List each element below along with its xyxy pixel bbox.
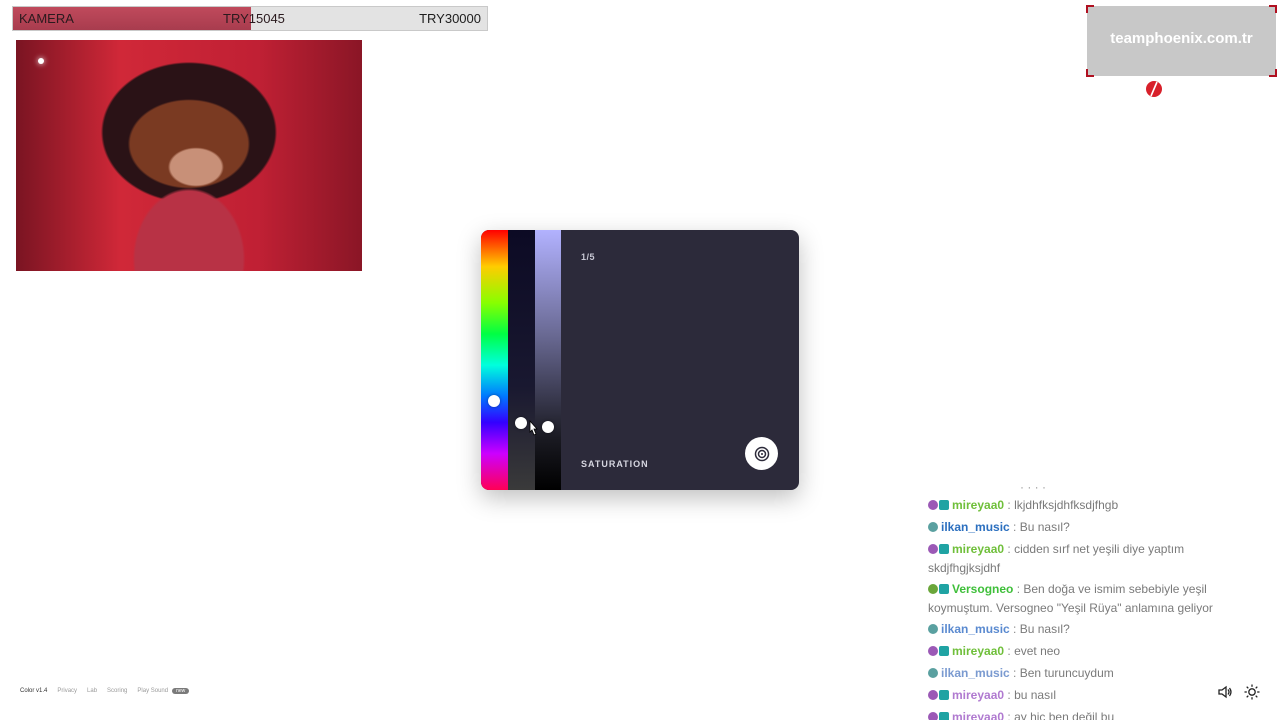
mouse-pointer-icon <box>529 420 538 436</box>
submit-color-button[interactable] <box>745 437 778 470</box>
purple-badge-icon <box>928 500 938 510</box>
chat-message: mireyaa0 : cidden sırf net yeşili diye y… <box>928 540 1228 577</box>
sponsor-logo-text: teamphoenix.com.tr <box>1110 30 1253 47</box>
chat-badges <box>928 687 950 705</box>
chat-separator: : <box>1009 520 1020 534</box>
privacy-link[interactable]: Privacy <box>57 688 77 694</box>
scoring-link[interactable]: Scoring <box>107 688 127 694</box>
chat-message: mireyaa0 : bu nasıl <box>928 686 1228 705</box>
chat-username[interactable]: ilkan_music <box>941 666 1010 680</box>
chat-text: bu nasıl <box>1014 688 1057 702</box>
goal-target-amount: TRY30000 <box>419 11 481 26</box>
chat-username[interactable]: mireyaa0 <box>952 644 1004 658</box>
chat-separator: : <box>1004 542 1015 556</box>
phoenix-logo-icon <box>1146 81 1162 97</box>
grey-badge-icon <box>928 668 938 678</box>
chat-separator: : <box>1013 582 1024 596</box>
chat-username[interactable]: mireyaa0 <box>952 542 1004 556</box>
frame-corner <box>1086 5 1094 13</box>
goal-progress-bar: KAMERA TRY15045 TRY30000 <box>12 6 488 31</box>
chat-text: ay hiç ben değil bu <box>1014 710 1115 720</box>
chat-message: mireyaa0 : lkjdhfksjdhfksdjfhgb <box>928 496 1228 515</box>
new-badge: new <box>172 688 190 694</box>
chat-separator: : <box>1009 666 1020 680</box>
color-picker-card: 1/5 SATURATION <box>481 230 799 490</box>
chat-message: ilkan_music : Bu nasıl? <box>928 518 1228 537</box>
goal-current-amount: TRY15045 <box>223 11 285 26</box>
hue-slider-handle[interactable] <box>488 395 500 407</box>
chat-badges <box>928 581 950 599</box>
chat-text: lkjdhfksjdhfksdjfhgb <box>1014 498 1119 512</box>
grey-badge-icon <box>928 522 938 532</box>
chat-message: mireyaa0 : ay hiç ben değil bu <box>928 708 1228 720</box>
chat-text: Ben turuncuydum <box>1019 666 1114 680</box>
chat-badges <box>928 497 950 515</box>
chat-truncated-dots: · · · · <box>1020 480 1046 494</box>
purple-badge-icon <box>928 690 938 700</box>
chat-badges <box>928 621 939 639</box>
chat-separator: : <box>1009 622 1020 636</box>
lab-link[interactable]: Lab <box>87 688 97 694</box>
purple-badge-icon <box>928 712 938 720</box>
purple-badge-icon <box>928 646 938 656</box>
chat-username[interactable]: ilkan_music <box>941 520 1010 534</box>
goal-label: KAMERA <box>19 11 74 26</box>
speaker-icon[interactable] <box>1217 684 1233 700</box>
teal-badge-icon <box>939 712 949 720</box>
target-icon <box>754 446 769 461</box>
app-version: Color v1.4 <box>20 688 48 694</box>
teal-badge-icon <box>939 584 949 594</box>
hue-slider[interactable] <box>481 230 508 490</box>
chat-text: evet neo <box>1014 644 1061 658</box>
slider-mode-label: SATURATION <box>581 459 649 469</box>
chat-username[interactable]: Versogneo <box>952 582 1013 596</box>
chat-badges <box>928 643 950 661</box>
chat-text: Bu nasıl? <box>1019 520 1070 534</box>
frame-corner <box>1269 69 1277 77</box>
chat-message: ilkan_music : Ben turuncuydum <box>928 664 1228 683</box>
chat-overlay: · · · · mireyaa0 : lkjdhfksjdhfksdjfhgb i… <box>928 480 1228 720</box>
chat-separator: : <box>1004 710 1015 720</box>
green-badge-icon <box>928 584 938 594</box>
saturation-slider[interactable] <box>508 230 535 490</box>
sun-icon[interactable] <box>1244 684 1260 700</box>
frame-corner <box>1086 69 1094 77</box>
saturation-slider-handle[interactable] <box>515 417 527 429</box>
teal-badge-icon <box>939 690 949 700</box>
chat-separator: : <box>1004 688 1015 702</box>
chat-badges <box>928 519 939 537</box>
chat-username[interactable]: mireyaa0 <box>952 498 1004 512</box>
frame-corner <box>1269 5 1277 13</box>
teal-badge-icon <box>939 544 949 554</box>
round-counter: 1/5 <box>581 252 596 262</box>
teal-badge-icon <box>939 646 949 656</box>
chat-message: Versogneo : Ben doğa ve ismim sebebiyle … <box>928 580 1228 617</box>
chat-message: mireyaa0 : evet neo <box>928 642 1228 661</box>
chat-message: ilkan_music : Bu nasıl? <box>928 620 1228 639</box>
chat-separator: : <box>1004 644 1015 658</box>
chat-badges <box>928 709 950 720</box>
camera-light-icon <box>38 58 44 64</box>
chat-badges <box>928 541 950 559</box>
purple-badge-icon <box>928 544 938 554</box>
teal-badge-icon <box>939 500 949 510</box>
chat-username[interactable]: mireyaa0 <box>952 710 1004 720</box>
sponsor-logo-box: teamphoenix.com.tr <box>1086 5 1277 77</box>
chat-text: Bu nasıl? <box>1019 622 1070 636</box>
chat-username[interactable]: mireyaa0 <box>952 688 1004 702</box>
grey-badge-icon <box>928 624 938 634</box>
webcam-feed <box>16 40 362 271</box>
chat-badges <box>928 665 939 683</box>
lightness-slider[interactable] <box>535 230 561 490</box>
chat-separator: : <box>1004 498 1015 512</box>
play-sound-link[interactable]: Play Sound <box>137 688 168 694</box>
chat-username[interactable]: ilkan_music <box>941 622 1010 636</box>
footer-links: Color v1.4 Privacy Lab Scoring Play Soun… <box>20 688 190 694</box>
lightness-slider-handle[interactable] <box>542 421 554 433</box>
